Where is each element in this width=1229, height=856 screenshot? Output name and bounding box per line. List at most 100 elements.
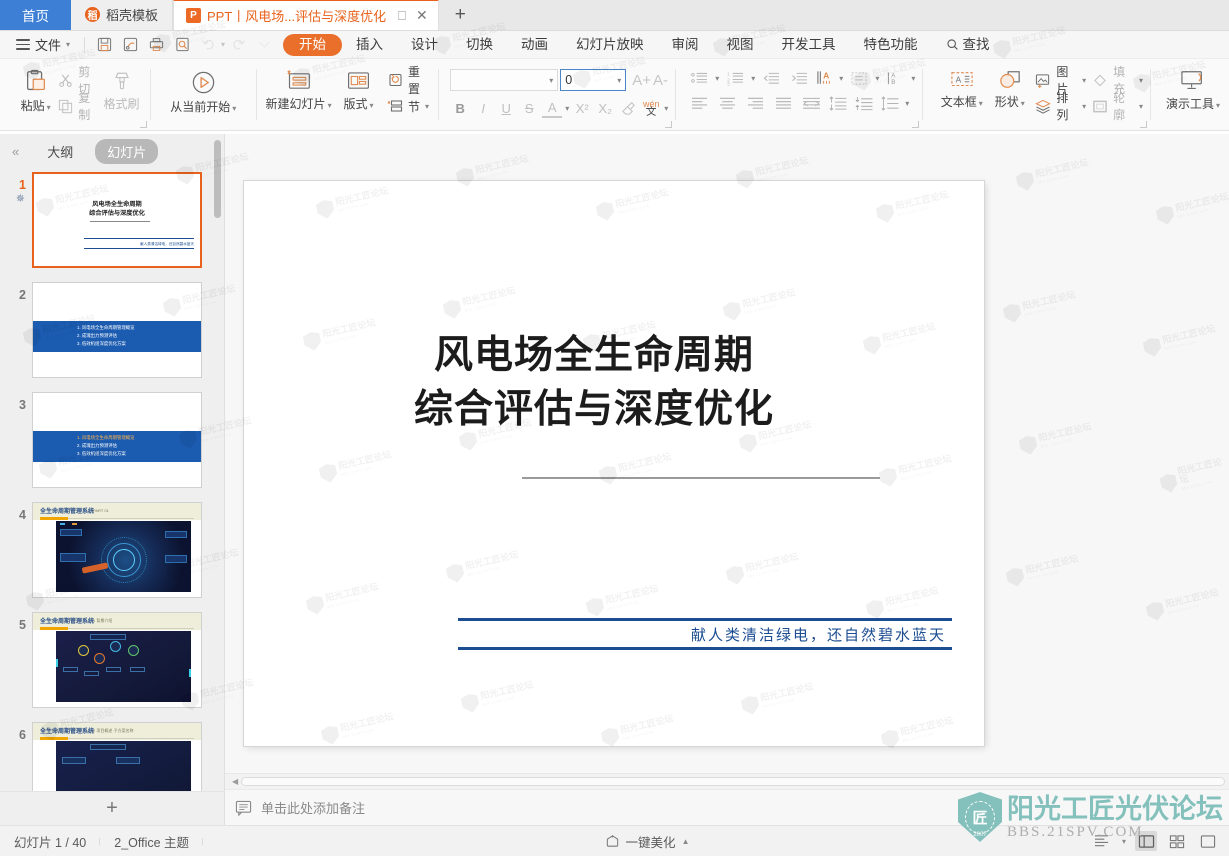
- align-left-icon[interactable]: [687, 93, 711, 113]
- font-dialog-launcher[interactable]: [665, 121, 673, 128]
- tab-outline[interactable]: 大纲: [35, 139, 85, 164]
- tab-developer[interactable]: 开发工具: [768, 34, 850, 56]
- grow-font-button[interactable]: A+: [632, 72, 651, 89]
- thumbnail-canvas[interactable]: 全生命周期管理系统 1 背景介绍: [32, 612, 202, 708]
- tab-insert[interactable]: 插入: [342, 34, 397, 56]
- bullet-list-icon[interactable]: [687, 68, 711, 88]
- textbox-button[interactable]: A 文本框 ▾: [936, 63, 987, 110]
- file-menu-button[interactable]: 文件 ▾: [8, 35, 78, 54]
- fill-button[interactable]: 填充 ▾: [1092, 65, 1143, 96]
- thumbnail-canvas[interactable]: 1. 风电场全生命周期管理概览 2. 成瑰出力预测评估 3. 低效机组深度优化方…: [32, 392, 202, 488]
- new-slide-button[interactable]: 新建幻灯片 ▾: [263, 63, 334, 112]
- italic-button[interactable]: I: [473, 98, 493, 118]
- subscript-button[interactable]: X₂: [595, 98, 615, 118]
- horizontal-scrollbar[interactable]: ◀: [225, 773, 1229, 789]
- spacing-more-icon[interactable]: [879, 93, 901, 113]
- align-right-icon[interactable]: [743, 93, 767, 113]
- outline-button[interactable]: 轮廓 ▾: [1092, 91, 1143, 122]
- present-monitor-icon[interactable]: ⎕: [398, 8, 406, 24]
- chevron-down-icon[interactable]: ▾: [751, 74, 755, 83]
- scrollbar-track[interactable]: [241, 777, 1225, 786]
- redo-icon[interactable]: [225, 34, 251, 56]
- tab-home[interactable]: 首页: [0, 0, 71, 30]
- chevron-down-icon[interactable]: ▾: [911, 74, 915, 83]
- navigator-scrollbar-thumb[interactable]: [214, 140, 221, 218]
- tab-transition[interactable]: 切换: [452, 34, 507, 56]
- clear-format-icon[interactable]: [618, 98, 638, 118]
- underline-button[interactable]: U: [496, 98, 516, 118]
- smartart-icon[interactable]: AB: [883, 68, 907, 88]
- tab-docer-template[interactable]: 稻 稻壳模板: [71, 0, 174, 30]
- tab-view[interactable]: 视图: [713, 34, 768, 56]
- tab-slides[interactable]: 幻灯片: [95, 139, 159, 164]
- thumbnail-canvas[interactable]: 1. 风电场全生命周期管理概览 2. 成瑰出力预测评估 3. 低效机组深度优化方…: [32, 282, 202, 378]
- theme-name[interactable]: 2_Office 主题: [100, 832, 203, 851]
- thumbnail-item-1[interactable]: 1 ✵ 风电场全生命周期 综合评估与深度优化 献人类清洁绿电，还自然碧水蓝天: [0, 172, 224, 268]
- distribute-icon[interactable]: [799, 93, 823, 113]
- tab-start[interactable]: 开始: [283, 33, 343, 56]
- line-spacing-icon[interactable]: [827, 93, 849, 113]
- print-icon[interactable]: [143, 34, 169, 56]
- customize-quick-access-icon[interactable]: [251, 34, 277, 56]
- chevron-down-icon[interactable]: ▾: [549, 76, 553, 85]
- paragraph-spacing-icon[interactable]: [853, 93, 875, 113]
- thumbnail-canvas[interactable]: 风电场全生命周期 综合评估与深度优化 献人类清洁绿电，还自然碧水蓝天: [32, 172, 202, 268]
- save-as-icon[interactable]: [117, 34, 143, 56]
- chevron-down-icon[interactable]: ▾: [715, 74, 719, 83]
- font-color-button[interactable]: A: [542, 98, 563, 118]
- superscript-button[interactable]: X²: [572, 98, 592, 118]
- clipboard-dialog-launcher[interactable]: [140, 121, 148, 128]
- thumbnail-item-5[interactable]: 5 全生命周期管理系统 1 背景介绍: [0, 612, 224, 708]
- close-icon[interactable]: ✕: [416, 7, 428, 24]
- thumbnail-item-3[interactable]: 3 1. 风电场全生命周期管理概览 2. 成瑰出力预测评估 3. 低效机组深度优…: [0, 392, 224, 488]
- tab-features[interactable]: 特色功能: [850, 34, 932, 56]
- chevron-down-icon[interactable]: ▾: [617, 76, 621, 85]
- bold-button[interactable]: B: [450, 98, 470, 118]
- paragraph-dialog-launcher[interactable]: [912, 121, 920, 128]
- new-tab-button[interactable]: +: [439, 0, 482, 30]
- paste-button[interactable]: 粘贴 ▾: [13, 63, 58, 114]
- drawing-dialog-launcher[interactable]: [1140, 121, 1147, 128]
- chevron-down-icon[interactable]: ▾: [839, 74, 843, 83]
- shapes-button[interactable]: 形状 ▾: [987, 63, 1032, 110]
- justify-icon[interactable]: [771, 93, 795, 113]
- reset-button[interactable]: 重置: [387, 65, 431, 96]
- chevron-down-icon[interactable]: ▾: [905, 99, 909, 108]
- thumbnail-item-4[interactable]: 4 全生命周期管理系统 PART 01: [0, 502, 224, 598]
- from-current-slide-button[interactable]: 从当前开始 ▾: [164, 63, 242, 115]
- collapse-panel-button[interactable]: «: [6, 144, 25, 159]
- increase-indent-icon[interactable]: [787, 68, 811, 88]
- text-direction-icon[interactable]: A: [815, 68, 835, 88]
- format-painter-button[interactable]: 格式刷: [100, 63, 143, 112]
- thumbnail-item-2[interactable]: 2 1. 风电场全生命周期管理概览 2. 成瑰出力预测评估 3. 低效机组深度优…: [0, 282, 224, 378]
- font-size-input[interactable]: 0 ▾: [560, 69, 627, 91]
- font-family-input[interactable]: ▾: [450, 69, 559, 91]
- shrink-font-button[interactable]: A-: [653, 72, 668, 89]
- thumbnail-canvas[interactable]: 全生命周期管理系统 PART 01: [32, 502, 202, 598]
- tab-design[interactable]: 设计: [397, 34, 452, 56]
- slide-canvas[interactable]: 风电场全生命周期 综合评估与深度优化 献人类清洁绿电，还自然碧水蓝天: [244, 181, 984, 746]
- undo-icon[interactable]: [195, 34, 221, 56]
- slide-title-text[interactable]: 风电场全生命周期 综合评估与深度优化: [244, 329, 944, 437]
- arrange-button[interactable]: 排列 ▾: [1035, 91, 1086, 122]
- picture-button[interactable]: 图片 ▾: [1035, 65, 1086, 96]
- section-button[interactable]: 节 ▾: [387, 95, 431, 117]
- search-button[interactable]: 查找: [932, 34, 1004, 56]
- thumbnail-canvas[interactable]: 全生命周期管理系统 2 项目概述 子方案名称: [32, 722, 202, 791]
- align-center-icon[interactable]: [715, 93, 739, 113]
- align-text-icon[interactable]: [847, 68, 871, 88]
- save-icon[interactable]: [91, 34, 117, 56]
- decrease-indent-icon[interactable]: [759, 68, 783, 88]
- cut-button[interactable]: 剪切: [58, 65, 100, 96]
- chevron-down-icon[interactable]: ▾: [664, 104, 668, 113]
- tab-slideshow[interactable]: 幻灯片放映: [562, 34, 658, 56]
- pinyin-guide-button[interactable]: wén 文: [641, 98, 661, 118]
- chevron-down-icon[interactable]: ▾: [565, 104, 569, 113]
- slide-subtitle-block[interactable]: 献人类清洁绿电，还自然碧水蓝天: [458, 618, 952, 650]
- present-tools-button[interactable]: 演示工具 ▾: [1164, 63, 1222, 112]
- copy-button[interactable]: 复制: [58, 91, 100, 122]
- slide-counter[interactable]: 幻灯片 1 / 40: [0, 832, 101, 851]
- layout-button[interactable]: 版式 ▾: [334, 63, 383, 112]
- print-preview-icon[interactable]: [169, 34, 195, 56]
- tab-review[interactable]: 审阅: [658, 34, 713, 56]
